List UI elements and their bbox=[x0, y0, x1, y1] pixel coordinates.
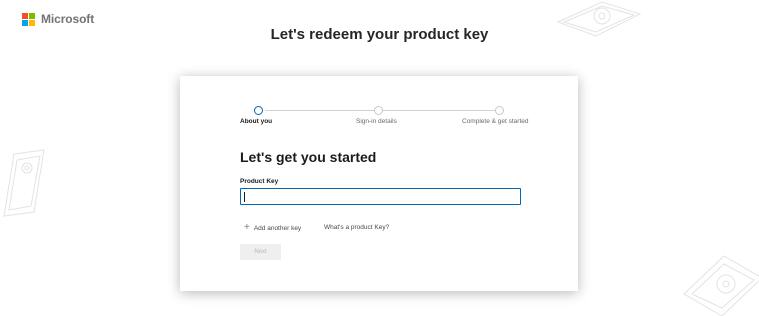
whats-a-product-key-link[interactable]: What's a product Key? bbox=[324, 224, 389, 231]
step-indicator-sign-in bbox=[374, 106, 383, 115]
step-indicator-complete bbox=[495, 106, 504, 115]
product-key-input[interactable] bbox=[240, 188, 521, 205]
stepper-line bbox=[382, 110, 496, 111]
progress-stepper: About you Sign-in details Complete & get… bbox=[180, 106, 578, 136]
plus-icon: + bbox=[244, 222, 250, 233]
microsoft-logo[interactable]: Microsoft bbox=[22, 12, 94, 26]
step-label-about-you: About you bbox=[240, 118, 273, 125]
step-indicator-about-you bbox=[254, 106, 263, 115]
product-key-label: Product Key bbox=[240, 178, 279, 185]
add-another-key-label: Add another key bbox=[253, 224, 302, 232]
decorative-key-card-top-right bbox=[556, 1, 642, 37]
text-cursor bbox=[244, 192, 245, 202]
add-another-key-button[interactable]: + Add another key bbox=[244, 223, 301, 233]
step-label-complete: Complete & get started bbox=[462, 118, 529, 125]
next-button[interactable]: Next bbox=[240, 244, 281, 260]
step-label-sign-in: Sign-in details bbox=[356, 118, 397, 125]
form-heading: Let's get you started bbox=[240, 149, 377, 165]
redeem-card: About you Sign-in details Complete & get… bbox=[180, 76, 578, 291]
decorative-key-card-left bbox=[3, 149, 45, 217]
stepper-line bbox=[265, 110, 375, 111]
decorative-key-card-bottom-right bbox=[683, 255, 759, 316]
microsoft-logo-icon bbox=[22, 12, 35, 26]
brand-name: Microsoft bbox=[41, 12, 95, 26]
